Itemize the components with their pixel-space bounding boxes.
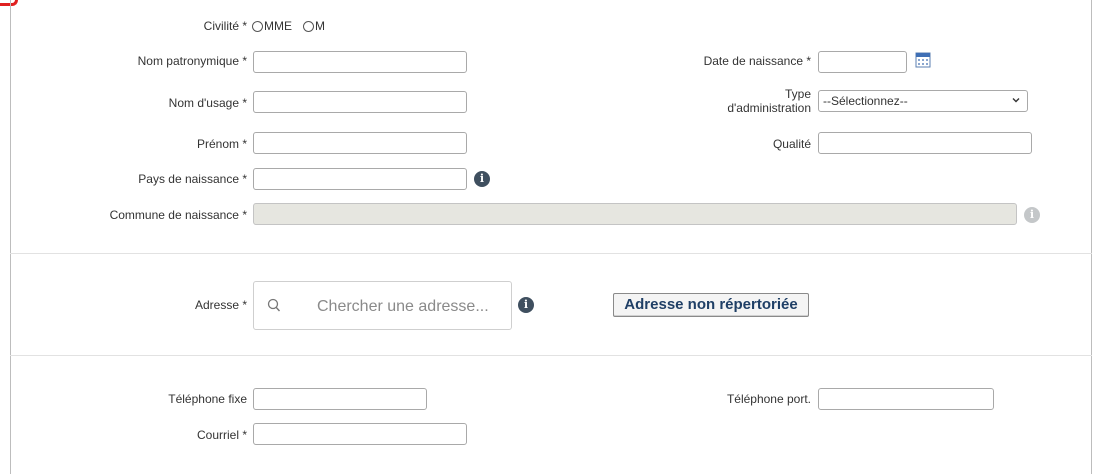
- telephone-fixe-input[interactable]: [253, 388, 427, 410]
- type-administration-value: --Sélectionnez--: [823, 94, 908, 108]
- adresse-non-repertoriee-button[interactable]: Adresse non répertoriée: [613, 293, 809, 317]
- prenom-label: Prénom *: [196, 137, 247, 151]
- address-search-input[interactable]: Chercher une adresse...: [253, 281, 512, 330]
- radio-m-circle[interactable]: [303, 20, 314, 32]
- date-naissance-label: Date de naissance *: [703, 54, 811, 68]
- search-icon: [267, 298, 281, 312]
- pays-naissance-label: Pays de naissance *: [138, 172, 247, 186]
- nom-patronymique-label: Nom patronymique *: [137, 54, 247, 68]
- info-icon[interactable]: i: [518, 297, 534, 313]
- section-divider: [10, 355, 1092, 356]
- commune-naissance-input: [253, 203, 1017, 225]
- nom-patronymique-input[interactable]: [253, 51, 467, 73]
- radio-m-label: M: [315, 19, 325, 33]
- radio-mme-label: MME: [264, 19, 292, 33]
- nom-usage-label: Nom d'usage *: [168, 96, 247, 110]
- qualite-input[interactable]: [818, 132, 1032, 154]
- telephone-port-input[interactable]: [818, 388, 994, 410]
- section-divider: [10, 253, 1092, 254]
- telephone-port-label: Téléphone port.: [726, 392, 811, 406]
- type-administration-select[interactable]: --Sélectionnez--: [818, 90, 1028, 112]
- chevron-down-icon: [1012, 98, 1020, 103]
- prenom-input[interactable]: [253, 132, 467, 154]
- type-administration-label-line2: d'administration: [727, 101, 811, 115]
- date-naissance-input[interactable]: [818, 51, 907, 73]
- radio-mme-circle[interactable]: [252, 20, 263, 32]
- qualite-label: Qualité: [772, 137, 811, 151]
- courriel-label: Courriel *: [196, 428, 247, 442]
- address-search-placeholder: Chercher une adresse...: [317, 298, 489, 315]
- pays-naissance-input[interactable]: [253, 168, 467, 190]
- type-administration-label-line1: Type: [784, 87, 811, 101]
- calendar-icon[interactable]: [915, 52, 931, 68]
- telephone-fixe-label: Téléphone fixe: [168, 392, 247, 406]
- nom-usage-input[interactable]: [253, 91, 467, 113]
- info-icon[interactable]: i: [474, 171, 490, 187]
- courriel-input[interactable]: [253, 423, 467, 445]
- radio-m[interactable]: M: [303, 19, 325, 33]
- info-icon[interactable]: i: [1024, 207, 1040, 223]
- civilite-label: Civilité *: [203, 19, 247, 33]
- commune-naissance-label: Commune de naissance *: [109, 208, 247, 222]
- adresse-label: Adresse *: [194, 298, 247, 312]
- radio-mme[interactable]: MME: [252, 19, 292, 33]
